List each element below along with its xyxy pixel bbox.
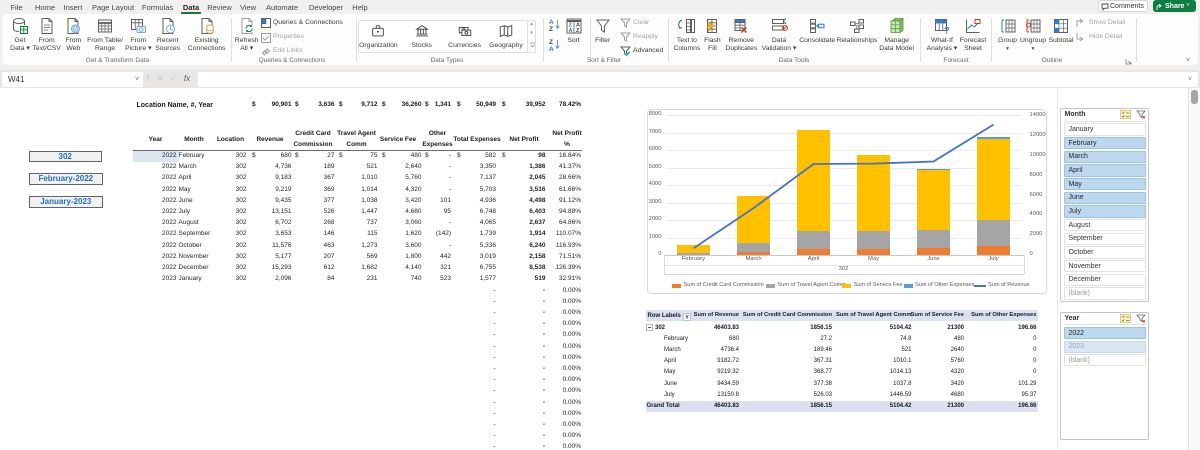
svg-text:A: A bbox=[568, 28, 572, 34]
svg-text:Z: Z bbox=[549, 26, 553, 31]
svg-text:?: ? bbox=[944, 26, 950, 36]
svg-text:A: A bbox=[549, 19, 554, 26]
svg-text:A: A bbox=[549, 46, 554, 51]
svg-text:Z: Z bbox=[549, 39, 553, 46]
